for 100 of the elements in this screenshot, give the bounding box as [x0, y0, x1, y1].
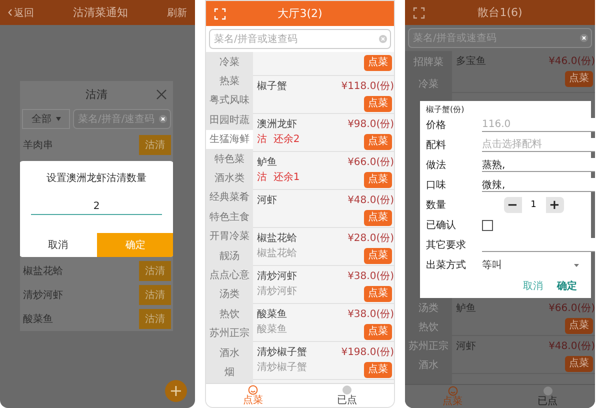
order-button[interactable]: 点菜: [364, 55, 392, 71]
circle-icon: [342, 385, 352, 395]
search-field[interactable]: 菜名/拼音或速查码: [209, 29, 391, 49]
tab[interactable]: 点菜: [206, 384, 300, 407]
category-item[interactable]: 汤类: [405, 298, 452, 317]
category-item[interactable]: 苏州正宗: [206, 323, 253, 343]
text-field[interactable]: 微辣,: [482, 178, 595, 192]
screen-title: 散台1(6): [478, 5, 522, 20]
field-label: 口味: [426, 178, 447, 192]
order-button[interactable]: 点菜: [364, 96, 392, 112]
dish-name: 椒盐花蛤: [23, 264, 63, 278]
refresh-button[interactable]: 刷新: [167, 6, 187, 20]
category-item[interactable]: 招牌菜: [405, 51, 452, 73]
tab[interactable]: 已点: [300, 384, 394, 407]
dish-name: 多宝鱼: [456, 54, 486, 68]
order-button[interactable]: 点菜: [364, 248, 392, 264]
category-item[interactable]: 特色主食: [206, 207, 253, 227]
caret-icon: [574, 264, 579, 266]
stock-note: 沽 还余1: [257, 170, 300, 184]
field-label: 出菜方式: [426, 258, 467, 272]
dish-name: 酸菜鱼: [257, 308, 287, 321]
dish-name: 河虾: [257, 194, 277, 207]
confirm-button[interactable]: 确定: [557, 279, 577, 293]
order-button[interactable]: 点菜: [565, 71, 593, 87]
clear-icon[interactable]: [580, 34, 588, 42]
screen-title: 沽清菜通知: [73, 5, 128, 20]
order-button[interactable]: 点菜: [364, 172, 392, 188]
category-item[interactable]: 生猛海鲜: [206, 130, 253, 149]
category-item[interactable]: 汤类: [206, 284, 253, 304]
dish-price: ¥48.0(份): [548, 340, 595, 353]
category-item[interactable]: 靓汤: [206, 246, 253, 266]
text-field[interactable]: 蒸熟,: [482, 158, 595, 172]
dish-name: 椒子蟹: [257, 80, 287, 93]
sold-out-button[interactable]: 沽清: [139, 261, 171, 281]
dish-name: 椒盐花蛤: [257, 232, 297, 245]
increase-button[interactable]: +: [546, 198, 564, 212]
confirm-button[interactable]: 确定: [96, 233, 173, 257]
category-item[interactable]: 苏州正宗: [405, 336, 452, 355]
category-item[interactable]: 酒水: [206, 342, 253, 362]
dish-name: 酸菜鱼: [23, 312, 53, 326]
chevron-left-icon: [8, 9, 12, 16]
category-item[interactable]: 热饮: [206, 304, 253, 324]
text-field[interactable]: 点击选择配料: [482, 138, 595, 152]
dish-price: ¥66.0(份): [348, 156, 394, 169]
field-label: 数量: [426, 199, 447, 212]
category-item[interactable]: 点点心意: [206, 265, 253, 285]
sold-out-button[interactable]: 沽清: [139, 135, 171, 155]
quantity-input[interactable]: 2: [31, 199, 162, 215]
category-item[interactable]: 特色菜: [206, 148, 253, 168]
dish-name: 羊肉串: [23, 138, 53, 152]
confirmed-checkbox[interactable]: [482, 220, 493, 230]
panel-title: 沽清: [86, 86, 108, 102]
category-dropdown[interactable]: 全部: [22, 109, 70, 129]
field-label: 配料: [426, 138, 447, 152]
order-button[interactable]: 点菜: [364, 324, 392, 340]
decrease-button[interactable]: −: [504, 198, 522, 212]
dish-name: 清炒河虾: [257, 270, 297, 283]
order-button[interactable]: 点菜: [364, 210, 392, 226]
category-item[interactable]: 经典菜肴: [206, 188, 253, 208]
sold-out-button[interactable]: 沽清: [139, 285, 171, 305]
dish-price: ¥28.0(份): [348, 232, 394, 245]
back-button[interactable]: 返回: [8, 6, 34, 20]
category-item[interactable]: 酒水类: [206, 168, 253, 188]
order-button[interactable]: 点菜: [565, 318, 593, 334]
circle-icon: [542, 386, 552, 396]
field-label: 价格: [426, 118, 447, 132]
dish-price: ¥38.0(份): [348, 308, 394, 321]
dish-description: 清炒椒子蟹: [257, 360, 307, 374]
category-item[interactable]: 开胃冷菜: [206, 226, 253, 246]
category-item[interactable]: 粤式风味: [206, 90, 253, 110]
add-button[interactable]: +: [165, 380, 187, 402]
dish-name: 河虾: [456, 340, 476, 353]
caret-icon: [56, 117, 60, 121]
category-item[interactable]: 酒水: [405, 355, 452, 374]
order-button[interactable]: 点菜: [364, 286, 392, 302]
quantity-stepper[interactable]: − 1 +: [504, 197, 564, 213]
dish-name: 澳洲龙虾: [257, 118, 298, 131]
order-button[interactable]: 点菜: [364, 362, 392, 378]
serving-dropdown[interactable]: 等叫: [482, 258, 585, 272]
dish-price: ¥46.0(份): [548, 55, 595, 68]
dish-price: ¥66.0(份): [548, 302, 595, 315]
category-item[interactable]: 田园时蔬: [206, 110, 253, 130]
dish-name: 清炒椒子蟹: [257, 346, 307, 359]
dish-name: 鲈鱼: [257, 156, 278, 169]
clear-icon[interactable]: [159, 115, 167, 123]
scan-icon[interactable]: [413, 6, 425, 18]
category-item[interactable]: 热饮: [405, 317, 452, 336]
order-button[interactable]: 点菜: [364, 134, 392, 150]
sold-out-button[interactable]: 沽清: [139, 309, 171, 329]
field-label: 其它要求: [426, 238, 467, 252]
dialog-title: 设置澳洲龙虾沽清数量: [46, 172, 148, 186]
dish-description: 椒盐花蛤: [257, 246, 297, 260]
tab[interactable]: 已点: [500, 385, 595, 408]
category-item[interactable]: 冷菜: [405, 73, 452, 95]
order-button[interactable]: 点菜: [565, 356, 593, 372]
close-icon[interactable]: [156, 89, 167, 100]
category-item[interactable]: 冷菜: [206, 52, 253, 72]
category-item[interactable]: 热菜: [206, 71, 253, 91]
cancel-button[interactable]: 取消: [523, 279, 543, 293]
category-item[interactable]: 烟: [206, 362, 253, 382]
